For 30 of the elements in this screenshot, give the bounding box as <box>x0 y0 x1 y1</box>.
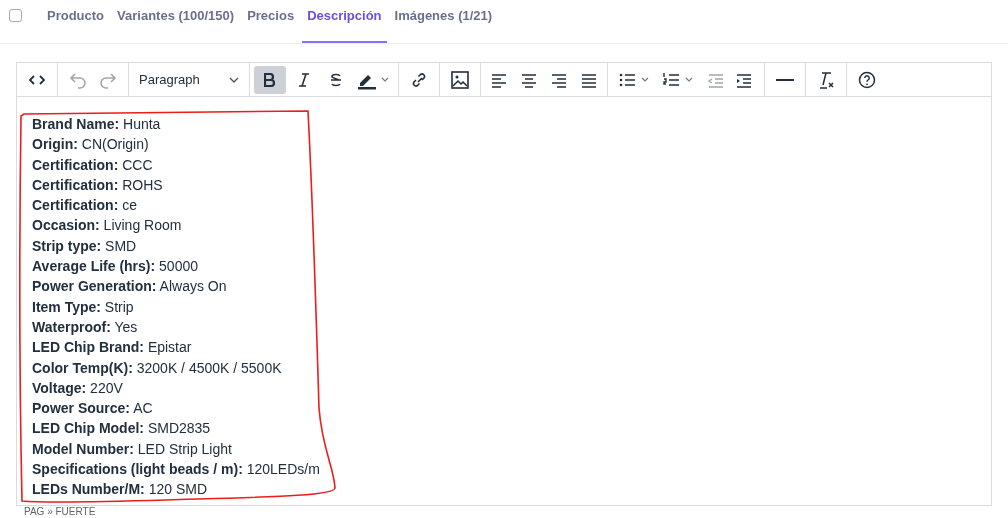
tab[interactable]: Precios <box>242 0 300 43</box>
tab[interactable]: Imágenes (1/21) <box>389 0 498 43</box>
select-checkbox[interactable] <box>9 9 22 22</box>
block-format-dropdown[interactable]: Paragraph <box>133 65 245 94</box>
spec-line: Average Life (hrs): 50000 <box>32 257 198 277</box>
spec-line: Power Generation: Always On <box>32 277 227 297</box>
spec-line: Origin: CN(Origin) <box>32 135 149 155</box>
tab[interactable]: Descripción <box>302 0 387 43</box>
spec-line: Occasion: Living Room <box>32 216 182 236</box>
spec-line: Item Type: Strip <box>32 297 134 317</box>
spec-line: Brand Name: Hunta <box>32 115 161 134</box>
bold-icon <box>264 72 276 87</box>
bold-button[interactable] <box>254 65 286 94</box>
spec-line: Model Number: LED Strip Light <box>32 439 232 459</box>
caret-icon <box>229 76 239 83</box>
tab[interactable]: Producto <box>42 0 110 43</box>
spec-line: Waterproof: Yes <box>32 317 138 337</box>
spec-line: Strip type: SMD <box>32 236 137 256</box>
spec-line: Voltage: 220V <box>32 378 123 398</box>
spec-line: Specifications (light beads / m): 120LEDs/m <box>32 460 320 480</box>
tab[interactable]: Variantes (100/150) <box>112 0 240 43</box>
spec-line: LED Chip Brand: Epistar <box>32 338 192 358</box>
spec-line: Certification: CCC <box>32 155 153 175</box>
spec-line: Certification: ce <box>32 196 138 216</box>
status-path: PAG » FUERTE <box>24 507 96 517</box>
spec-line: Certification: ROHS <box>32 175 163 195</box>
spec-line: LEDs Number/M: 120 SMD <box>32 480 208 500</box>
spec-line: LED Chip Model: SMD2835 <box>32 419 211 439</box>
spec-line: Power Source: AC <box>32 399 153 419</box>
spec-line: Color Temp(K): 3200K / 4500K / 5500K <box>32 358 282 378</box>
